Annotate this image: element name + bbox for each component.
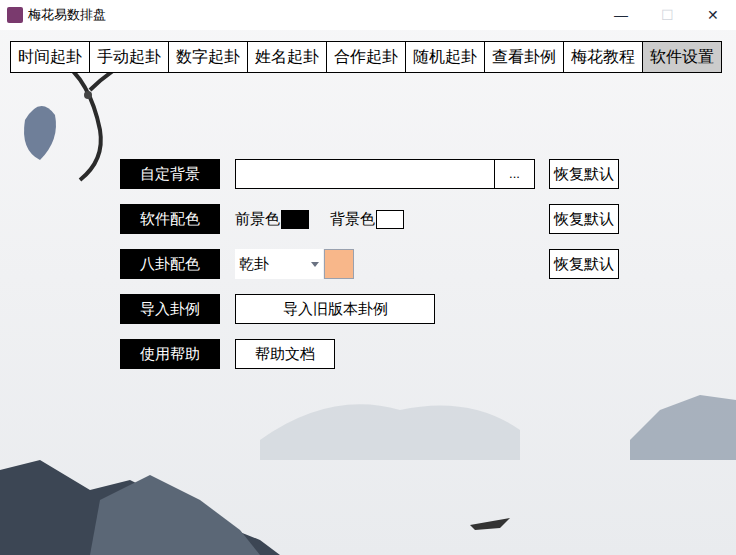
tab[interactable]: 软件设置: [642, 41, 722, 73]
settings-panel: 自定背景...恢复默认软件配色前景色背景色恢复默认八卦配色乾卦恢复默认导入卦例导…: [120, 159, 736, 369]
tab[interactable]: 梅花教程: [563, 41, 643, 73]
path-field[interactable]: [235, 159, 495, 189]
setting-row: 导入卦例导入旧版本卦例: [120, 294, 619, 324]
color-label: 前景色: [235, 208, 280, 231]
browse-button[interactable]: ...: [495, 159, 535, 189]
tab[interactable]: 数字起卦: [168, 41, 248, 73]
reset-button[interactable]: 恢复默认: [549, 204, 619, 234]
reset-button[interactable]: 恢复默认: [549, 249, 619, 279]
setting-label: 自定背景: [120, 159, 220, 189]
app-logo-icon: [7, 7, 23, 23]
trigram-select[interactable]: 乾卦: [235, 249, 323, 279]
action-button[interactable]: 导入旧版本卦例: [235, 294, 435, 324]
color-swatch[interactable]: [376, 210, 404, 229]
window-control-button[interactable]: —: [598, 0, 644, 30]
landscape-background-icon: [0, 0, 736, 555]
action-button[interactable]: 帮助文档: [235, 339, 335, 369]
setting-label: 软件配色: [120, 204, 220, 234]
reset-button[interactable]: 恢复默认: [549, 159, 619, 189]
window-title: 梅花易数排盘: [28, 5, 106, 25]
dropdown-arrow-icon: [311, 262, 319, 267]
setting-row: 使用帮助帮助文档: [120, 339, 619, 369]
tab[interactable]: 姓名起卦: [247, 41, 327, 73]
setting-label: 使用帮助: [120, 339, 220, 369]
tab[interactable]: 随机起卦: [405, 41, 485, 73]
app-window: 梅花易数排盘 —☐✕ 时间起卦手动起卦数字起卦姓名起卦合作起卦随机起卦查看卦例梅花教…: [0, 0, 736, 555]
window-control-button[interactable]: ☐: [644, 0, 690, 30]
color-label: 背景色: [330, 208, 375, 231]
trigram-color-swatch[interactable]: [324, 249, 354, 279]
window-control-button[interactable]: ✕: [690, 0, 736, 30]
tab[interactable]: 手动起卦: [89, 41, 169, 73]
tab[interactable]: 时间起卦: [10, 41, 90, 73]
setting-label: 导入卦例: [120, 294, 220, 324]
tab[interactable]: 合作起卦: [326, 41, 406, 73]
color-swatch[interactable]: [281, 210, 309, 229]
setting-row: 八卦配色乾卦 恢复默认: [120, 249, 619, 279]
tab-bar: 时间起卦手动起卦数字起卦姓名起卦合作起卦随机起卦查看卦例梅花教程软件设置: [10, 41, 736, 73]
setting-row: 软件配色前景色 背景色 恢复默认: [120, 204, 619, 234]
setting-row: 自定背景... 恢复默认: [120, 159, 619, 189]
setting-label: 八卦配色: [120, 249, 220, 279]
tab[interactable]: 查看卦例: [484, 41, 564, 73]
